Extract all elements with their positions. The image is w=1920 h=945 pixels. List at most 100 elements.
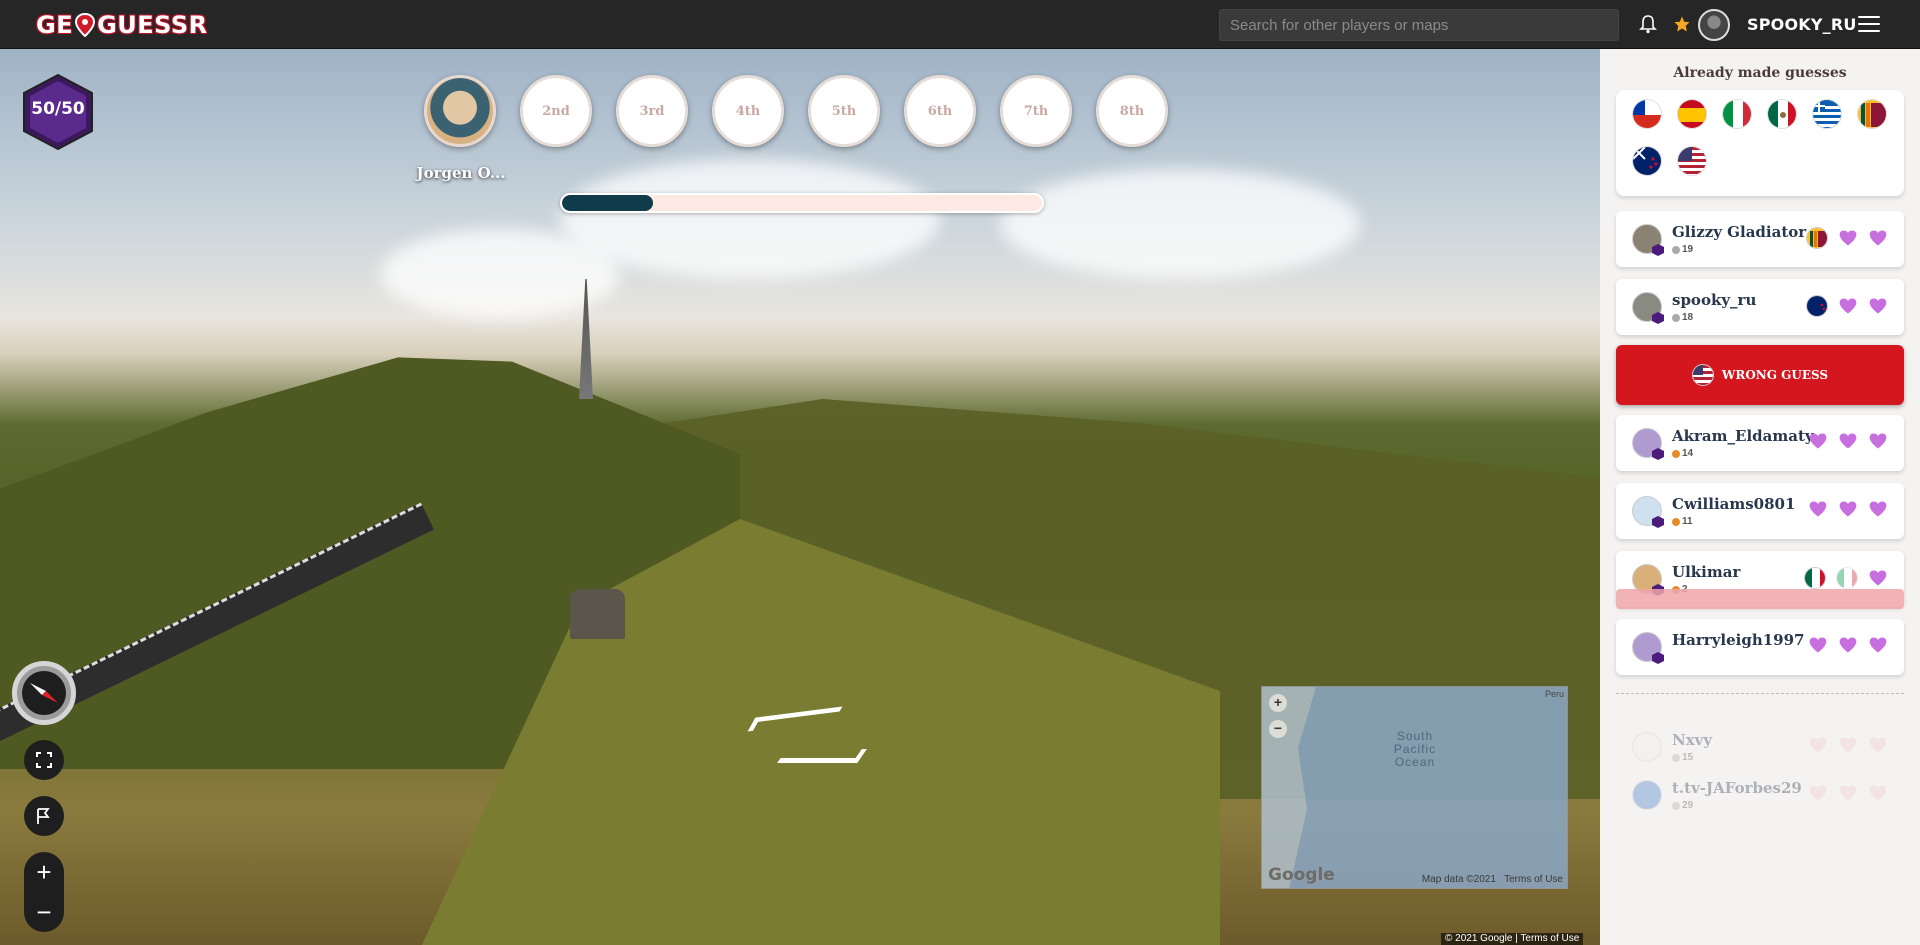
player-avatar <box>1632 632 1664 664</box>
heart-icon <box>1838 296 1858 316</box>
star-icon[interactable] <box>1670 12 1694 36</box>
player-avatar <box>1632 428 1664 460</box>
sri-lanka-flag-icon <box>1806 227 1828 249</box>
player-name: spooky_ru <box>1672 291 1757 309</box>
heart-icon <box>1868 635 1888 655</box>
player-name: Cwilliams0801 <box>1672 495 1796 513</box>
mexico-flag-icon <box>1767 99 1797 129</box>
empty-heart-icon <box>1838 783 1858 803</box>
player-avatar <box>1632 292 1664 324</box>
rank-slot-5: 5th <box>808 75 880 147</box>
player-name: t.tv-JAForbes29 <box>1672 779 1802 797</box>
spain-flag-icon <box>1677 99 1707 129</box>
empty-heart-icon <box>1868 735 1888 755</box>
map-zoom-in-button[interactable]: + <box>1269 694 1287 712</box>
fullscreen-button[interactable] <box>24 740 64 780</box>
search-input[interactable] <box>1219 9 1619 41</box>
notifications-bell-icon[interactable] <box>1636 12 1660 36</box>
logo-text-left: GE <box>36 11 74 39</box>
player-score: 14 <box>1682 448 1694 459</box>
heart-icon <box>1838 431 1858 451</box>
player-row: spooky_ru 18 <box>1616 279 1904 335</box>
player-name: Glizzy Gladiator <box>1672 223 1807 241</box>
rank-slot-6: 6th <box>904 75 976 147</box>
empty-heart-icon <box>1868 783 1888 803</box>
heart-icon <box>1808 635 1828 655</box>
stone-hut <box>570 589 625 639</box>
player-lives <box>1808 783 1888 803</box>
player-score: 11 <box>1682 516 1693 527</box>
move-back-arrow-icon[interactable] <box>777 749 867 763</box>
map-label-ocean: South Pacific Ocean <box>1393 729 1437 769</box>
rank-slot-7: 7th <box>1000 75 1072 147</box>
logo-text-right: GUESSR <box>97 11 208 39</box>
location-pin-icon <box>75 12 96 38</box>
player-name: Ulkimar <box>1672 563 1741 581</box>
eliminated-separator <box>1616 693 1904 694</box>
rank-slot-8: 8th <box>1096 75 1168 147</box>
player-lives <box>1804 567 1888 589</box>
usa-flag-icon <box>1677 146 1707 176</box>
player-lives <box>1808 735 1888 755</box>
guesses-title: Already made guesses <box>1673 65 1847 81</box>
empty-heart-icon <box>1808 783 1828 803</box>
compass-needle-icon <box>30 683 58 703</box>
heart-icon <box>1808 499 1828 519</box>
lives-counter: 50/50 <box>31 99 85 119</box>
guess-minimap[interactable]: Peru South Pacific Ocean + − Google Map … <box>1261 686 1568 889</box>
heart-icon <box>1868 499 1888 519</box>
player-score: 15 <box>1682 752 1694 763</box>
wrong-guess-banner: WRONG GUESS <box>1616 345 1904 405</box>
flag-icon <box>37 808 50 824</box>
sri-lanka-flag-icon <box>1857 99 1887 129</box>
empty-heart-icon <box>1808 735 1828 755</box>
new-zealand-flag-icon <box>1632 146 1662 176</box>
heart-icon <box>1838 635 1858 655</box>
player-lives <box>1808 499 1888 519</box>
hamburger-menu-icon[interactable] <box>1858 16 1880 34</box>
player-lives <box>1808 635 1888 655</box>
player-avatar <box>1632 732 1662 762</box>
cloud <box>1000 169 1360 279</box>
rank-slot-2: 2nd <box>520 75 592 147</box>
player-lives <box>1806 295 1888 317</box>
player-score: 19 <box>1682 244 1694 255</box>
usa-flag-icon <box>1691 364 1714 386</box>
cloud <box>560 159 940 279</box>
timer-fill <box>562 195 654 211</box>
greece-flag-icon <box>1812 99 1842 129</box>
username-label[interactable]: SPOOKY_RU <box>1747 15 1857 34</box>
heart-icon <box>1868 568 1888 588</box>
compass[interactable] <box>12 661 76 725</box>
heart-icon <box>1838 499 1858 519</box>
map-zoom-out-button[interactable]: − <box>1269 720 1287 738</box>
eliminated-player-row: t.tv-JAForbes29 29 <box>1616 767 1904 823</box>
heart-icon <box>1868 431 1888 451</box>
return-to-start-button[interactable] <box>24 796 64 836</box>
players-panel: Already made guesses Glizzy Gladiator 19… <box>1600 49 1920 945</box>
zoom-controls: + − <box>24 852 64 932</box>
zoom-out-button[interactable]: − <box>24 892 64 932</box>
map-label-peru: Peru <box>1544 689 1564 699</box>
player-name: Nxvy <box>1672 731 1713 749</box>
geoguessr-logo[interactable]: GE GUESSR <box>36 10 208 40</box>
street-view-attribution: © 2021 Google | Terms of Use <box>1441 933 1584 945</box>
player-row: Glizzy Gladiator 19 <box>1616 211 1904 267</box>
player-score: 29 <box>1682 800 1694 811</box>
chile-flag-icon <box>1632 99 1662 129</box>
empty-heart-icon <box>1838 735 1858 755</box>
top-navigation-bar: GE GUESSR SPOOKY_RU <box>0 0 1920 49</box>
italy-flag-icon <box>1722 99 1752 129</box>
guessed-flags-box <box>1616 90 1904 196</box>
zoom-in-button[interactable]: + <box>24 852 64 892</box>
heart-icon <box>1808 431 1828 451</box>
map-attribution: Map data ©2021 Terms of Use <box>1421 874 1563 885</box>
google-logo: Google <box>1268 865 1335 885</box>
user-avatar[interactable] <box>1698 9 1730 41</box>
player-score: 18 <box>1682 312 1694 323</box>
player-name: Harryleigh1997 <box>1672 631 1805 649</box>
player-avatar <box>1632 496 1664 528</box>
italy-flag-icon <box>1836 567 1858 589</box>
heart-icon <box>1868 228 1888 248</box>
player-row: Cwilliams0801 11 <box>1616 483 1904 539</box>
